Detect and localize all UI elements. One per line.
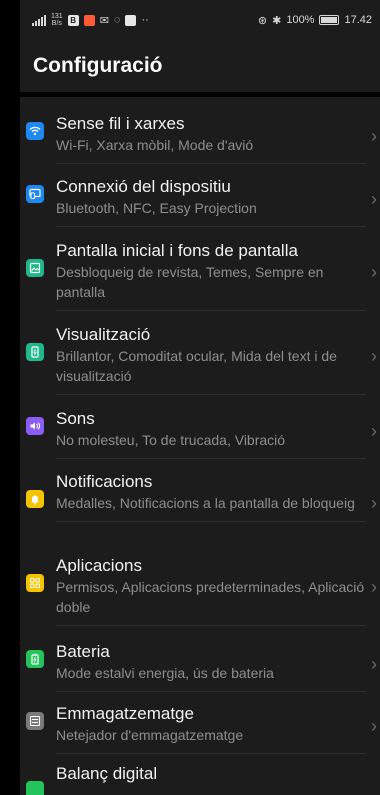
settings-item-title: Aplicacions xyxy=(56,556,142,575)
sound-icon xyxy=(26,417,44,435)
settings-item-texts: Balanç digital xyxy=(56,763,366,793)
settings-list: Sense fil i xarxes Wi-Fi, Xarxa mòbil, M… xyxy=(20,97,380,795)
page-title: Configuració xyxy=(33,54,163,77)
status-bar: 131 B/s B ✉ ◌ ·· ⊛ ✱ 100% 17.42 xyxy=(20,0,380,40)
battery-percent: 100% xyxy=(286,14,315,26)
chevron-right-icon: › xyxy=(371,421,377,441)
battery-icon xyxy=(26,650,44,668)
eye-comfort-icon: ⊛ xyxy=(257,14,268,27)
chevron-right-icon: › xyxy=(371,577,377,597)
settings-item-texts: Sons No molesteu, To de trucada, Vibraci… xyxy=(56,408,366,459)
settings-item-device-connection[interactable]: Connexió del dispositiu Bluetooth, NFC, … xyxy=(20,168,380,232)
notification-square-icon xyxy=(125,14,137,26)
settings-item-notifications[interactable]: Notificacions Medalles, Notificacions a … xyxy=(20,463,380,547)
clock: 17.42 xyxy=(344,14,372,26)
settings-item-texts: Pantalla inicial i fons de pantalla Desb… xyxy=(56,240,366,311)
settings-item-subtitle: Wi-Fi, Xarxa mòbil, Mode d'avió xyxy=(56,137,254,153)
network-speed: 131 B/s xyxy=(51,13,63,27)
chevron-right-icon: › xyxy=(371,189,377,209)
settings-item-title: Notificacions xyxy=(56,472,153,491)
bell-icon xyxy=(26,490,44,508)
whatsapp-icon: ◌ xyxy=(113,14,121,26)
settings-item-texts: Visualització Brillantor, Comoditat ocul… xyxy=(56,324,366,395)
settings-item-title: Sense fil i xarxes xyxy=(56,114,185,133)
settings-item-digital-balance[interactable]: Balanç digital xyxy=(20,757,380,795)
chevron-right-icon: › xyxy=(371,654,377,674)
settings-item-title: Connexió del dispositiu xyxy=(56,177,231,196)
bluetooth-icon: ✱ xyxy=(272,14,282,27)
speed-unit: B/s xyxy=(51,20,62,27)
wallpaper-icon xyxy=(26,259,44,277)
settings-item-subtitle: Netejador d'emmagatzematge xyxy=(56,727,244,743)
apps-icon xyxy=(26,574,44,592)
chevron-right-icon: › xyxy=(371,346,377,366)
settings-item-battery[interactable]: Bateria Mode estalvi energia, ús de bate… xyxy=(20,633,380,695)
status-left: 131 B/s B ✉ ◌ ·· xyxy=(32,13,149,27)
chevron-right-icon: › xyxy=(371,493,377,513)
battery-icon xyxy=(319,15,340,25)
settings-item-subtitle: Mode estalvi energia, ús de bateria xyxy=(56,665,274,681)
settings-item-wireless[interactable]: Sense fil i xarxes Wi-Fi, Xarxa mòbil, M… xyxy=(20,105,380,168)
settings-item-texts: Emmagatzematge Netejador d'emmagatzematg… xyxy=(56,703,366,754)
settings-item-subtitle: Brillantor, Comoditat ocular, Mida del t… xyxy=(56,348,337,384)
settings-screen: 131 B/s B ✉ ◌ ·· ⊛ ✱ 100% 17.42 Configur… xyxy=(20,0,380,795)
settings-item-title: Bateria xyxy=(56,642,110,661)
notification-b-icon: B xyxy=(67,14,79,26)
chevron-right-icon: › xyxy=(371,126,377,146)
device-connection-icon xyxy=(26,185,44,203)
settings-item-title: Sons xyxy=(56,409,95,428)
settings-item-texts: Bateria Mode estalvi energia, ús de bate… xyxy=(56,641,366,692)
settings-item-subtitle: Bluetooth, NFC, Easy Projection xyxy=(56,200,257,216)
settings-item-title: Pantalla inicial i fons de pantalla xyxy=(56,241,298,260)
settings-item-display[interactable]: Visualització Brillantor, Comoditat ocul… xyxy=(20,316,380,400)
speed-value: 131 xyxy=(51,13,63,20)
settings-item-title: Emmagatzematge xyxy=(56,704,194,723)
settings-item-sounds[interactable]: Sons No molesteu, To de trucada, Vibraci… xyxy=(20,400,380,463)
settings-item-subtitle: Desbloqueig de revista, Temes, Sempre en… xyxy=(56,264,324,300)
signal-icon xyxy=(32,14,46,26)
display-icon xyxy=(26,343,44,361)
settings-item-texts: Connexió del dispositiu Bluetooth, NFC, … xyxy=(56,176,366,227)
digital-balance-icon xyxy=(26,781,44,795)
chevron-right-icon: › xyxy=(371,262,377,282)
settings-item-home-screen[interactable]: Pantalla inicial i fons de pantalla Desb… xyxy=(20,232,380,316)
settings-item-subtitle: Medalles, Notificacions a la pantalla de… xyxy=(56,495,355,511)
wifi-icon xyxy=(26,122,44,140)
settings-item-subtitle: No molesteu, To de trucada, Vibració xyxy=(56,432,286,448)
settings-item-apps[interactable]: Aplicacions Permisos, Aplicacions predet… xyxy=(20,547,380,633)
settings-item-texts: Sense fil i xarxes Wi-Fi, Xarxa mòbil, M… xyxy=(56,113,366,164)
gmail-icon: ✉ xyxy=(99,14,109,27)
settings-item-texts: Notificacions Medalles, Notificacions a … xyxy=(56,471,366,522)
settings-item-title: Visualització xyxy=(56,325,151,344)
more-notifications-icon: ·· xyxy=(141,14,149,26)
storage-icon xyxy=(26,712,44,730)
settings-item-subtitle: Permisos, Aplicacions predeterminades, A… xyxy=(56,579,365,615)
settings-item-texts: Aplicacions Permisos, Aplicacions predet… xyxy=(56,555,366,626)
settings-item-storage[interactable]: Emmagatzematge Netejador d'emmagatzematg… xyxy=(20,695,380,757)
chevron-right-icon: › xyxy=(371,716,377,736)
notification-app-icon xyxy=(83,14,95,26)
status-right: ⊛ ✱ 100% 17.42 xyxy=(258,14,372,27)
settings-item-title: Balanç digital xyxy=(56,764,158,783)
